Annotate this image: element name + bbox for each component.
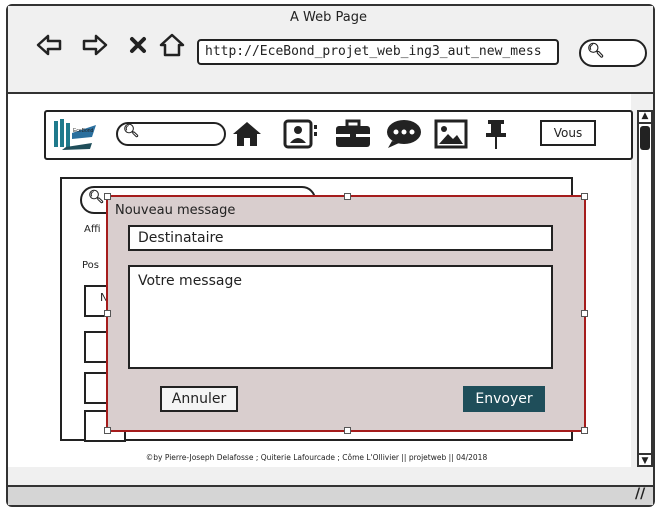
cancel-button[interactable]: Annuler xyxy=(160,386,238,412)
pin-icon[interactable] xyxy=(482,118,510,150)
forward-arrow-icon[interactable] xyxy=(80,30,110,60)
search-icon: 🔍︎ xyxy=(88,190,105,205)
browser-search-field[interactable]: 🔍︎ xyxy=(579,39,647,67)
send-button[interactable]: Envoyer xyxy=(463,386,545,412)
home-outline-icon[interactable] xyxy=(157,30,187,60)
dialog-title: Nouveau message xyxy=(115,203,236,218)
back-arrow-icon[interactable] xyxy=(34,30,64,60)
recipient-field[interactable]: Destinataire xyxy=(128,225,553,251)
ecebond-logo[interactable]: EceBond xyxy=(52,117,98,151)
message-textarea[interactable]: Votre message xyxy=(128,265,553,369)
svg-text:EceBond: EceBond xyxy=(73,128,94,134)
app-search-field[interactable]: 🔍︎ xyxy=(116,122,226,146)
address-bar[interactable]: http://EceBond_projet_web_ing3_aut_new_m… xyxy=(197,39,559,65)
scroll-down-arrow-icon[interactable]: ▼ xyxy=(637,453,653,467)
vous-button[interactable]: Vous xyxy=(540,120,596,146)
resize-handle[interactable] xyxy=(581,310,588,317)
resize-handle[interactable] xyxy=(104,193,111,200)
resize-handle[interactable] xyxy=(581,427,588,434)
window-title: A Web Page xyxy=(290,10,367,25)
image-icon[interactable] xyxy=(432,118,470,150)
window-resize-grip-icon[interactable]: // xyxy=(635,486,645,502)
status-bar xyxy=(8,485,653,505)
affi-label: Affi xyxy=(84,224,101,235)
close-icon[interactable] xyxy=(123,30,153,60)
resize-handle[interactable] xyxy=(581,193,588,200)
scroll-up-arrow-icon[interactable]: ▲ xyxy=(637,110,653,124)
profile-card-icon[interactable] xyxy=(281,118,321,150)
resize-handle[interactable] xyxy=(344,193,351,200)
briefcase-icon[interactable] xyxy=(333,118,373,150)
page-footer: ©by Pierre-Joseph Delafosse ; Quiterie L… xyxy=(145,453,488,462)
pos-label: Pos xyxy=(82,260,100,271)
resize-handle[interactable] xyxy=(104,310,111,317)
resize-handle[interactable] xyxy=(104,427,111,434)
search-icon: 🔍︎ xyxy=(587,43,605,59)
search-icon: 🔍︎ xyxy=(123,124,140,139)
chat-bubble-icon[interactable] xyxy=(384,118,424,150)
scrollbar[interactable] xyxy=(637,110,653,467)
home-icon[interactable] xyxy=(229,118,265,150)
resize-handle[interactable] xyxy=(344,427,351,434)
scroll-thumb[interactable] xyxy=(640,126,650,150)
